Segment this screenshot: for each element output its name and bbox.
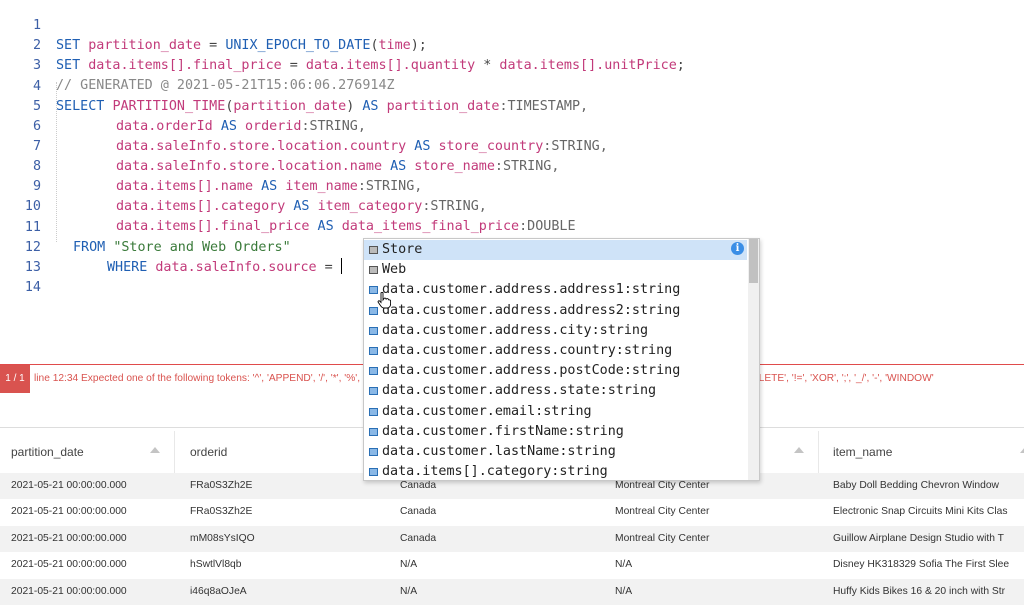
field-icon: [369, 347, 378, 355]
table-cell: 2021-05-21 00:00:00.000: [11, 506, 127, 518]
scrollbar-thumb[interactable]: [749, 239, 758, 283]
code-line-9[interactable]: 9 data.items[].category AS item_category…: [0, 157, 1024, 214]
table-row[interactable]: 2021-05-21 00:00:00.000 FRa0S3Zh2E Canada M…: [0, 499, 1024, 525]
table-cell: Canada: [400, 532, 437, 544]
table-cell: hSwtlVl8qb: [190, 559, 242, 571]
autocomplete-item[interactable]: data.customer.address.address1:string: [364, 280, 747, 300]
autocomplete-item-label: Web: [382, 262, 407, 278]
table-cell: Baby Doll Bedding Chevron Window: [833, 480, 999, 491]
line-number: 14: [24, 280, 41, 295]
autocomplete-item[interactable]: data.items[].category:string: [364, 462, 747, 480]
code-line-11[interactable]: 11 FROM "Store and Web Orders": [0, 198, 1024, 255]
table-cell: N/A: [615, 585, 633, 597]
table-cell: Montreal City Center: [615, 506, 710, 518]
autocomplete-popup[interactable]: Store Web data.customer.address.address1:s…: [363, 238, 760, 481]
code-line-7[interactable]: 7 data.saleInfo.store.location.name AS s…: [0, 117, 1024, 174]
field-icon: [369, 468, 378, 477]
table-cell: Montreal City Center: [615, 532, 710, 544]
table-row[interactable]: 2021-05-21 00:00:00.000 hSwtlVl8qb N/A N/A D…: [0, 552, 1024, 578]
sort-asc-icon[interactable]: [794, 447, 804, 453]
field-icon: [369, 448, 378, 456]
value-icon: [369, 266, 378, 275]
table-cell: Guillow Airplane Design Studio with T: [833, 532, 1004, 544]
autocomplete-item[interactable]: data.customer.address.city:string: [364, 321, 747, 341]
autocomplete-item-label: data.customer.lastName:string: [382, 444, 616, 459]
table-cell: Disney HK318329 Sofia The First Slee: [833, 559, 1010, 571]
table-cell: N/A: [615, 559, 633, 571]
table-cell: i46q8aOJeA: [190, 585, 247, 597]
autocomplete-item[interactable]: data.customer.address.country:string: [364, 341, 747, 361]
autocomplete-item[interactable]: data.customer.email:string: [364, 402, 747, 422]
table-cell: FRa0S3Zh2E: [190, 480, 253, 491]
error-count-badge[interactable]: 1 / 1: [0, 365, 30, 393]
autocomplete-item[interactable]: Store: [364, 240, 747, 260]
autocomplete-item-label: data.customer.address.city:string: [382, 322, 649, 338]
autocomplete-item[interactable]: data.customer.address.state:string: [364, 381, 747, 401]
autocomplete-item-label: Store: [382, 242, 423, 257]
autocomplete-item-label: data.customer.address.country:string: [382, 343, 673, 358]
table-cell: N/A: [400, 585, 418, 597]
table-cell: mM08sYsIQO: [190, 532, 255, 544]
column-header-partition-date[interactable]: partition_date: [0, 431, 175, 473]
value-icon: [369, 246, 378, 254]
sort-asc-icon[interactable]: [1020, 447, 1024, 453]
column-header-item-name[interactable]: item_name: [819, 431, 1024, 473]
autocomplete-item[interactable]: data.customer.address.postCode:string: [364, 361, 747, 381]
code-line-6[interactable]: 6 data.saleInfo.store.location.country A…: [0, 97, 1024, 154]
code-line-12[interactable]: 12 WHERE data.saleInfo.source =: [0, 218, 1024, 275]
info-icon[interactable]: i: [731, 242, 744, 255]
autocomplete-item-label: data.customer.address.postCode:string: [382, 363, 681, 379]
column-label: item_name: [833, 445, 893, 459]
table-row[interactable]: 2021-05-21 00:00:00.000 mM08sYsIQO Canada M…: [0, 525, 1024, 552]
field-icon: [369, 367, 378, 376]
field-icon: [369, 427, 378, 436]
autocomplete-scrollbar[interactable]: [748, 239, 759, 480]
column-label: partition_date: [11, 445, 84, 459]
table-row[interactable]: 2021-05-21 00:00:00.000 i46q8aOJeA N/A N/A H…: [0, 578, 1024, 605]
sort-asc-icon[interactable]: [150, 447, 160, 453]
code-line-4[interactable]: 4 SELECT PARTITION_TIME(partition_date) …: [0, 57, 1024, 114]
code-line-3[interactable]: 3 // GENERATED @ 2021-05-21T15:06:06.276…: [0, 36, 1024, 93]
code-line-2[interactable]: 2 SET data.items[].final_price = data.it…: [0, 16, 1024, 73]
field-icon: [369, 407, 378, 416]
table-cell: Canada: [400, 506, 437, 518]
field-icon: [369, 387, 378, 396]
table-cell: 2021-05-21 00:00:00.000: [11, 559, 127, 571]
code-line-8[interactable]: 8 data.items[].name AS item_name:STRING,: [0, 137, 1024, 194]
table-cell: N/A: [400, 559, 418, 571]
table-cell: Huffy Kids Bikes 16 & 20 inch with Str: [833, 585, 1006, 597]
autocomplete-item-label: data.customer.firstName:string: [382, 423, 624, 439]
column-header-orderid[interactable]: orderid: [175, 431, 389, 473]
autocomplete-item-label: data.customer.email:string: [382, 403, 592, 419]
autocomplete-item[interactable]: data.customer.firstName:string: [364, 422, 747, 442]
autocomplete-item[interactable]: Web: [364, 260, 747, 280]
code-line-1[interactable]: 1 SET partition_date = UNIX_EPOCH_TO_DAT…: [0, 0, 1024, 53]
autocomplete-item-label: data.customer.address.state:string: [382, 383, 657, 399]
code-line-10[interactable]: 10 data.items[].final_price AS data_item…: [0, 177, 1024, 234]
autocomplete-item[interactable]: data.customer.address.address2:string: [364, 301, 747, 321]
code-line-5[interactable]: 5 data.orderId AS orderid:STRING,: [0, 77, 1024, 134]
field-icon: [369, 326, 378, 335]
table-cell: 2021-05-21 00:00:00.000: [11, 480, 127, 491]
table-cell: 2021-05-21 00:00:00.000: [11, 585, 127, 597]
table-cell: 2021-05-21 00:00:00.000: [11, 532, 127, 544]
hand-pointer-icon: [377, 292, 391, 309]
table-cell: FRa0S3Zh2E: [190, 506, 253, 518]
autocomplete-item-label: data.items[].category:string: [382, 464, 608, 480]
autocomplete-item-label: data.customer.address.address1:string: [382, 282, 681, 298]
autocomplete-item-label: data.customer.address.address2:string: [382, 302, 681, 318]
table-cell: Electronic Snap Circuits Mini Kits Clas: [833, 506, 1008, 518]
column-label: orderid: [190, 445, 228, 459]
autocomplete-item[interactable]: data.customer.lastName:string: [364, 442, 747, 462]
